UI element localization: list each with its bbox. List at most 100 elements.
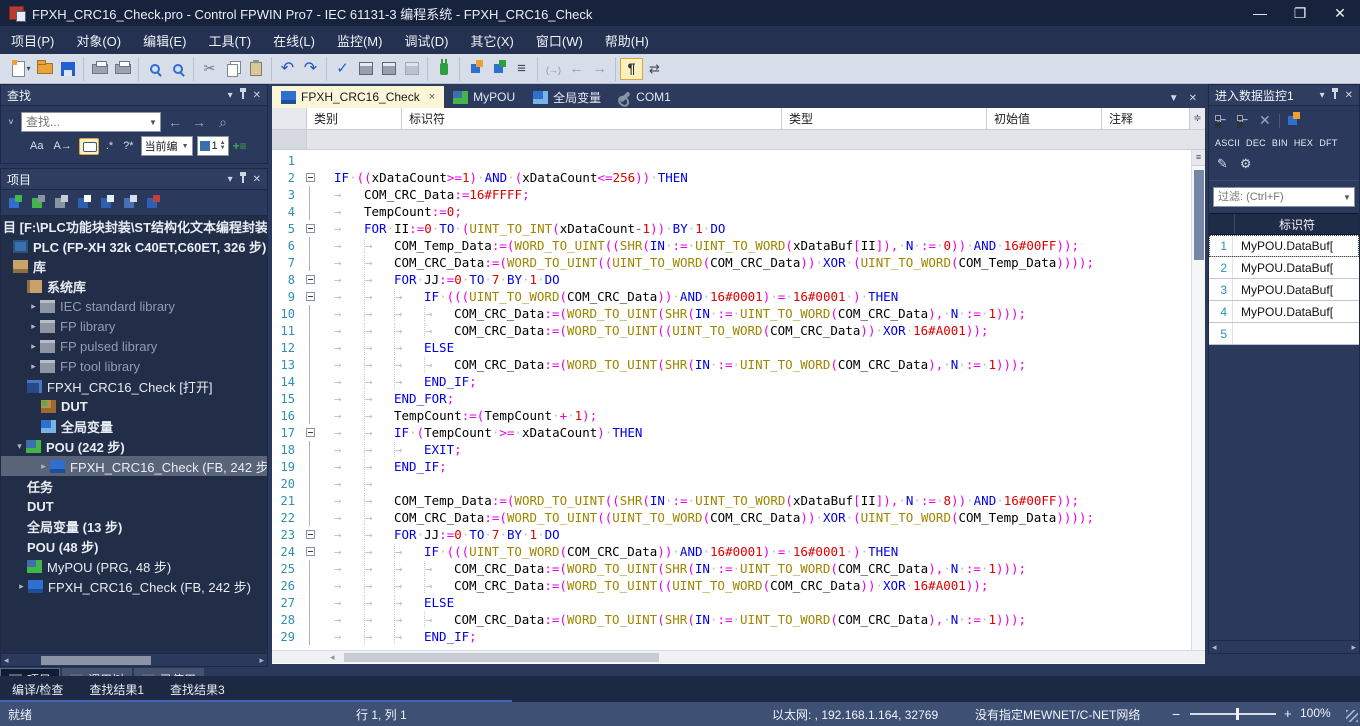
split-editor-icon[interactable]: ≡ [1192,150,1205,166]
search-scope-select[interactable]: 当前编▼ [141,136,193,156]
watch-row[interactable]: 5 [1209,323,1359,345]
search-comments-button[interactable] [79,138,99,155]
tree-expander-icon[interactable]: ▸ [15,581,28,592]
tree-expander-icon[interactable]: ▸ [27,341,40,352]
search-input[interactable] [22,115,146,129]
monitor-object-icon[interactable] [124,196,140,210]
tree-item[interactable]: POU (48 步) [1,536,267,556]
find-previous-icon[interactable]: ← [165,114,185,130]
count-spinner-icons[interactable]: ▲▼ [220,141,226,151]
monitor-button[interactable] [464,58,487,80]
open-object-icon[interactable] [78,196,94,210]
code-line[interactable]: 5→FOR·II:=0·TO·(UINT_TO_INT(xDataCount-1… [272,220,1191,237]
recompile-button[interactable] [400,58,423,80]
format-button-DEC[interactable]: DEC [1246,138,1266,148]
hscroll-thumb[interactable] [344,653,659,662]
fold-collapse-icon[interactable] [306,224,315,233]
insert-row-before-icon[interactable] [1215,115,1229,126]
editor-tab-COM1[interactable]: COM1 [610,86,680,108]
watch-row[interactable]: 1MyPOU.DataBuf[ [1209,235,1359,257]
tree-item[interactable]: 全局变量 (13 步) [1,516,267,536]
fold-collapse-icon[interactable] [306,428,315,437]
find-in-files-button[interactable] [166,58,189,80]
match-case-button[interactable]: Aa [27,138,46,154]
compile-button[interactable] [354,58,377,80]
code-line[interactable]: 29→→→END_IF; [272,628,1191,645]
tab-close-icon[interactable]: × [429,91,435,103]
gear-icon[interactable]: ⚙ [1240,156,1252,172]
tree-item[interactable]: FPXH_CRC16_Check [打开] [1,376,267,396]
search-icon[interactable]: ⌕ [213,114,233,131]
menu-item[interactable]: 调试(D) [393,26,459,55]
project-tree-hscrollbar[interactable]: ◂ ▸ [0,654,268,667]
minimize-button[interactable]: — [1240,5,1280,22]
code-line[interactable]: 18→→→EXIT; [272,441,1191,458]
edit-object-icon[interactable] [101,196,117,210]
print-button[interactable] [111,58,134,80]
undo-button[interactable] [276,58,299,80]
code-line[interactable]: 17→→IF·(TempCount·>=·xDataCount)·THEN [272,424,1191,441]
format-button-DFT[interactable]: DFT [1319,138,1337,148]
monitor-values-icon[interactable] [1288,116,1297,125]
code-line[interactable]: 22→→COM_CRC_Data:=(WORD_TO_UINT((UINT_TO… [272,509,1191,526]
wildcard-button[interactable]: ?* [120,138,136,154]
project-panel-menu-icon[interactable]: ▾ [228,174,233,185]
scroll-right-icon[interactable]: ▸ [259,655,264,666]
maximize-button[interactable]: ❐ [1280,5,1320,22]
tree-item[interactable]: 全局变量 [1,416,267,436]
menu-item[interactable]: 编辑(E) [132,26,197,55]
code-line[interactable]: 10→→→→COM_CRC_Data:=(WORD_TO_UINT(SHR(IN… [272,305,1191,322]
online-mode-button[interactable] [432,58,455,80]
find-expand-icon[interactable]: ˅ [5,117,17,127]
project-panel-close-icon[interactable]: ✕ [253,174,261,185]
copy-button[interactable] [221,58,244,80]
code-line[interactable]: 2IF·((xDataCount>=1)·AND·(xDataCount<=25… [272,169,1191,186]
paste-button[interactable] [244,58,267,80]
code-line[interactable]: 16→→TempCount:=(TempCount·+·1); [272,407,1191,424]
resize-grip[interactable] [1346,710,1358,722]
tree-item[interactable]: ▸IEC standard library [1,296,267,316]
declaration-splitter[interactable] [272,130,1205,150]
project-panel-pin-icon[interactable] [242,176,244,183]
code-line[interactable]: 15→→END_FOR; [272,390,1191,407]
tree-item[interactable]: ▸FP tool library [1,356,267,376]
menu-item[interactable]: 工具(T) [197,26,262,55]
code-line[interactable]: 25→→→→COM_CRC_Data:=(WORD_TO_UINT(SHR(IN… [272,560,1191,577]
tree-item[interactable]: 任务 [1,476,267,496]
fold-collapse-icon[interactable] [306,292,315,301]
code-line[interactable]: 28→→→→COM_CRC_Data:=(WORD_TO_UINT(SHR(IN… [272,611,1191,628]
next-bookmark-button[interactable] [588,58,611,80]
code-line[interactable]: 27→→→ELSE [272,594,1191,611]
redo-button[interactable] [299,58,322,80]
tree-item[interactable]: PLC (FP-XH 32k C40ET,C60ET, 326 步) [1,236,267,256]
watch-panel-close-icon[interactable]: ✕ [1345,90,1353,101]
add-list-icon[interactable]: +≡ [233,139,247,153]
sort-button[interactable] [510,58,533,80]
editor-tab-FPXH_CRC16_Check[interactable]: FPXH_CRC16_Check× [272,86,444,108]
watch-row[interactable]: 4MyPOU.DataBuf[ [1209,301,1359,323]
format-button-BIN[interactable]: BIN [1272,138,1288,148]
tree-expander-icon[interactable]: ▸ [27,321,40,332]
tree-item[interactable]: 库 [1,256,267,276]
online-edit-button[interactable] [487,58,510,80]
output-tab-查找结果3[interactable]: 查找结果3 [170,681,225,698]
scroll-left-icon[interactable]: ◂ [330,652,335,663]
delete-row-icon[interactable]: ✕ [1259,112,1271,129]
code-line[interactable]: 19→→END_IF; [272,458,1191,475]
fold-collapse-icon[interactable] [306,275,315,284]
watch-hscrollbar[interactable]: ◂ ▸ [1209,640,1359,653]
code-line[interactable]: 23→→FOR·JJ:=0·TO·7·BY·1·DO [272,526,1191,543]
add-task-icon[interactable] [55,196,71,210]
output-tab-查找结果1[interactable]: 查找结果1 [89,681,144,698]
watch-row[interactable]: 2MyPOU.DataBuf[ [1209,257,1359,279]
tree-item[interactable]: 目 [F:\PLC功能块封装\ST结构化文本编程封装功 [1,216,267,236]
code-line[interactable]: 20→→ [272,475,1191,492]
code-line[interactable]: 13→→→→COM_CRC_Data:=(WORD_TO_UINT(SHR(IN… [272,356,1191,373]
tree-item[interactable]: ▸FP pulsed library [1,336,267,356]
find-panel-menu-icon[interactable]: ▾ [228,90,233,101]
menu-item[interactable]: 窗口(W) [525,26,594,55]
code-line[interactable]: 3→COM_CRC_Data:=16#FFFF; [272,186,1191,203]
menu-item[interactable]: 其它(X) [460,26,525,55]
code-editor[interactable]: 12IF·((xDataCount>=1)·AND·(xDataCount<=2… [272,150,1191,650]
tree-item[interactable]: DUT [1,396,267,416]
